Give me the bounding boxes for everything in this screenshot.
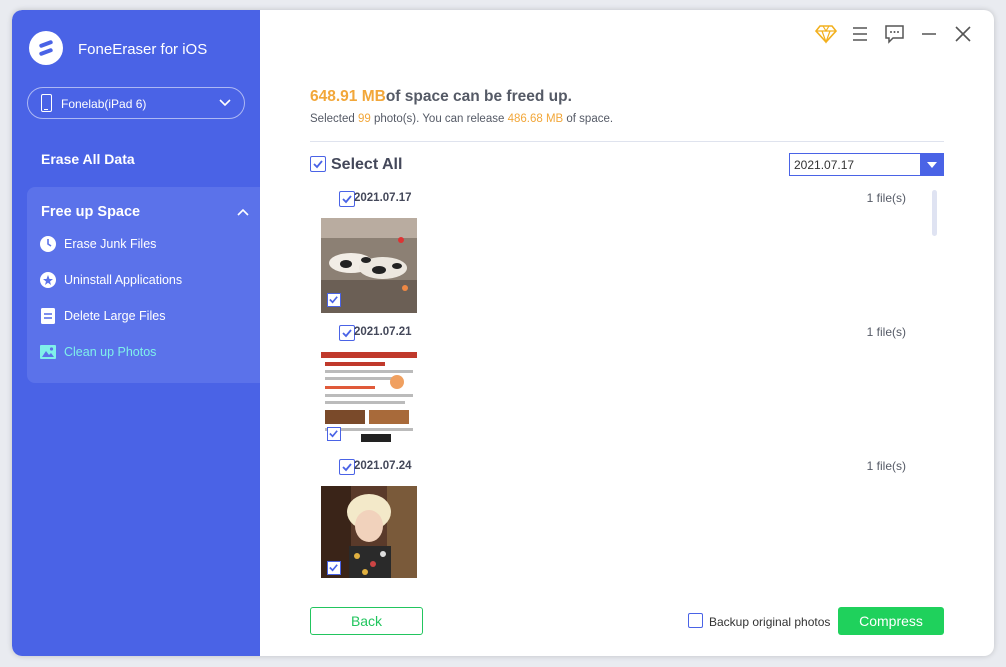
feedback-icon[interactable] xyxy=(884,24,906,44)
close-icon[interactable] xyxy=(953,24,973,44)
device-selector[interactable]: Fonelab(iPad 6) xyxy=(27,87,245,119)
chevron-down-icon xyxy=(219,99,231,107)
app-logo-icon xyxy=(29,31,63,65)
apps-icon xyxy=(39,271,57,289)
back-button[interactable]: Back xyxy=(310,607,423,635)
file-icon xyxy=(39,307,57,325)
group-date: 2021.07.24 xyxy=(354,460,412,472)
space-summary-subline: Selected 99 photo(s). You can release 48… xyxy=(310,113,613,125)
photo-checkbox[interactable] xyxy=(327,427,341,441)
sidebar-item-label: Clean up Photos xyxy=(64,345,157,359)
scrollbar[interactable] xyxy=(932,190,937,236)
app-window: FoneEraser for iOS Fonelab(iPad 6) Erase… xyxy=(12,10,994,656)
dropdown-arrow-icon[interactable] xyxy=(920,154,943,175)
erase-all-data-item[interactable]: Erase All Data xyxy=(41,151,135,167)
diamond-icon[interactable] xyxy=(815,24,837,44)
date-filter-dropdown[interactable]: 2021.07.17 xyxy=(789,153,944,176)
photo-group: 2021.07.17 1 file(s) xyxy=(310,186,910,320)
subline-middle: photo(s). You can release xyxy=(370,113,508,125)
freeable-size: 648.91 MB xyxy=(310,88,386,105)
backup-original-photos-label[interactable]: Backup original photos xyxy=(709,615,830,629)
backup-original-photos-checkbox[interactable] xyxy=(688,613,703,628)
group-date: 2021.07.17 xyxy=(354,192,412,204)
group-file-count: 1 file(s) xyxy=(866,459,906,473)
app-title: FoneEraser for iOS xyxy=(78,41,208,58)
photo-checkbox[interactable] xyxy=(327,293,341,307)
clock-icon xyxy=(39,235,57,253)
subline-prefix: Selected xyxy=(310,113,358,125)
free-up-space-title[interactable]: Free up Space xyxy=(41,204,140,220)
subline-suffix: of space. xyxy=(563,113,614,125)
free-up-space-section: Free up Space Erase Junk Files Uninstall… xyxy=(27,187,260,383)
chevron-up-icon[interactable] xyxy=(237,208,249,218)
sidebar: FoneEraser for iOS Fonelab(iPad 6) Erase… xyxy=(12,10,260,656)
sidebar-item-label: Uninstall Applications xyxy=(64,273,183,287)
group-date: 2021.07.21 xyxy=(354,326,412,338)
group-checkbox[interactable] xyxy=(339,459,355,475)
photo-thumbnail[interactable] xyxy=(321,486,417,578)
divider xyxy=(310,141,944,142)
sidebar-item-clean-up-photos[interactable]: Clean up Photos xyxy=(39,342,156,362)
group-file-count: 1 file(s) xyxy=(866,191,906,205)
sidebar-item-label: Delete Large Files xyxy=(64,309,166,323)
release-size: 486.68 MB xyxy=(507,113,564,125)
group-checkbox[interactable] xyxy=(339,191,355,207)
sidebar-item-delete-large-files[interactable]: Delete Large Files xyxy=(39,306,165,326)
photo-thumbnail[interactable] xyxy=(321,218,417,313)
compress-button[interactable]: Compress xyxy=(838,607,944,635)
photo-count: 99 xyxy=(357,113,371,125)
photo-icon xyxy=(39,343,57,361)
photo-group: 2021.07.24 1 file(s) xyxy=(310,454,910,578)
device-name: Fonelab(iPad 6) xyxy=(61,97,147,111)
sidebar-item-erase-junk-files[interactable]: Erase Junk Files xyxy=(39,234,156,254)
space-summary-headline: 648.91 MBof space can be freed up. xyxy=(310,88,572,106)
freeable-suffix: of space can be freed up. xyxy=(385,88,572,105)
select-all-label[interactable]: Select All xyxy=(331,156,402,174)
menu-icon[interactable] xyxy=(850,24,870,44)
photo-group: 2021.07.21 1 file(s) xyxy=(310,320,910,454)
group-checkbox[interactable] xyxy=(339,325,355,341)
photo-list: 2021.07.17 1 file(s) 2021.07.21 1 file(s… xyxy=(310,186,950,578)
photo-thumbnail[interactable] xyxy=(321,352,417,447)
photo-checkbox[interactable] xyxy=(327,561,341,575)
select-all-checkbox[interactable] xyxy=(310,156,326,172)
date-filter-value: 2021.07.17 xyxy=(794,158,855,172)
sidebar-item-label: Erase Junk Files xyxy=(64,237,157,251)
minimize-icon[interactable] xyxy=(919,24,939,44)
sidebar-item-uninstall-applications[interactable]: Uninstall Applications xyxy=(39,270,182,290)
group-file-count: 1 file(s) xyxy=(866,325,906,339)
ipad-icon xyxy=(41,94,52,112)
main-panel: 648.91 MBof space can be freed up. Selec… xyxy=(260,10,994,656)
